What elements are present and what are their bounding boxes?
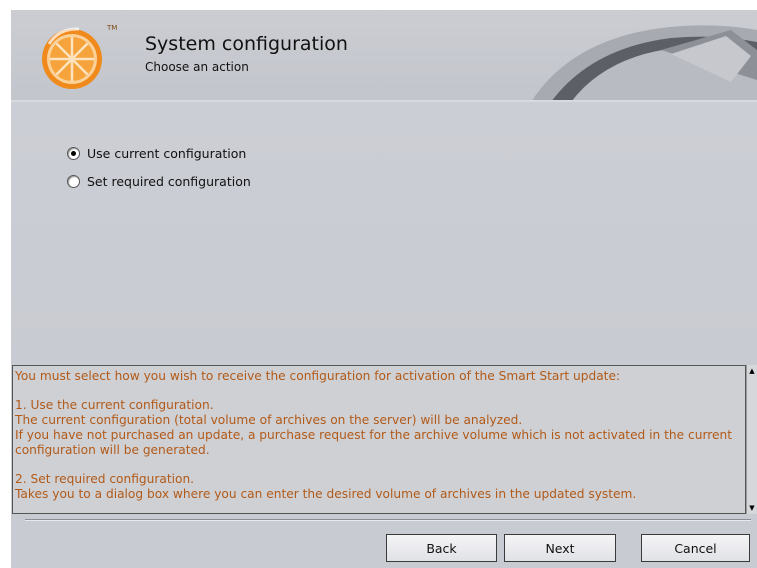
next-button[interactable]: Next [504,534,616,562]
dialog-window: TM System configuration Choose an action… [11,10,757,568]
radio-set-required-configuration[interactable]: Set required configuration [67,173,251,189]
page-title: System configuration [145,33,348,55]
radio-use-current-configuration[interactable]: Use current configuration [67,145,246,161]
radio-label: Set required configuration [87,173,251,189]
options-area: Use current configuration Set required c… [11,102,757,364]
decorative-swoosh [531,25,757,102]
cancel-button[interactable]: Cancel [641,534,750,562]
scroll-down-arrow-icon[interactable]: ▼ [747,502,757,514]
radio-unselected-icon[interactable] [67,174,80,188]
page-subtitle: Choose an action [145,60,249,74]
scroll-up-arrow-icon[interactable]: ▲ [747,365,757,377]
orange-logo-icon [42,27,102,89]
button-separator [25,519,751,521]
info-text: You must select how you wish to receive … [15,369,732,501]
info-textbox[interactable]: You must select how you wish to receive … [12,365,746,514]
info-scrollbar[interactable]: ▲ ▼ [746,365,757,514]
dialog-header: TM System configuration Choose an action [11,10,757,102]
trademark-mark: TM [107,24,118,32]
radio-label: Use current configuration [87,145,247,161]
radio-selected-icon[interactable] [67,146,80,160]
back-button[interactable]: Back [386,534,497,562]
